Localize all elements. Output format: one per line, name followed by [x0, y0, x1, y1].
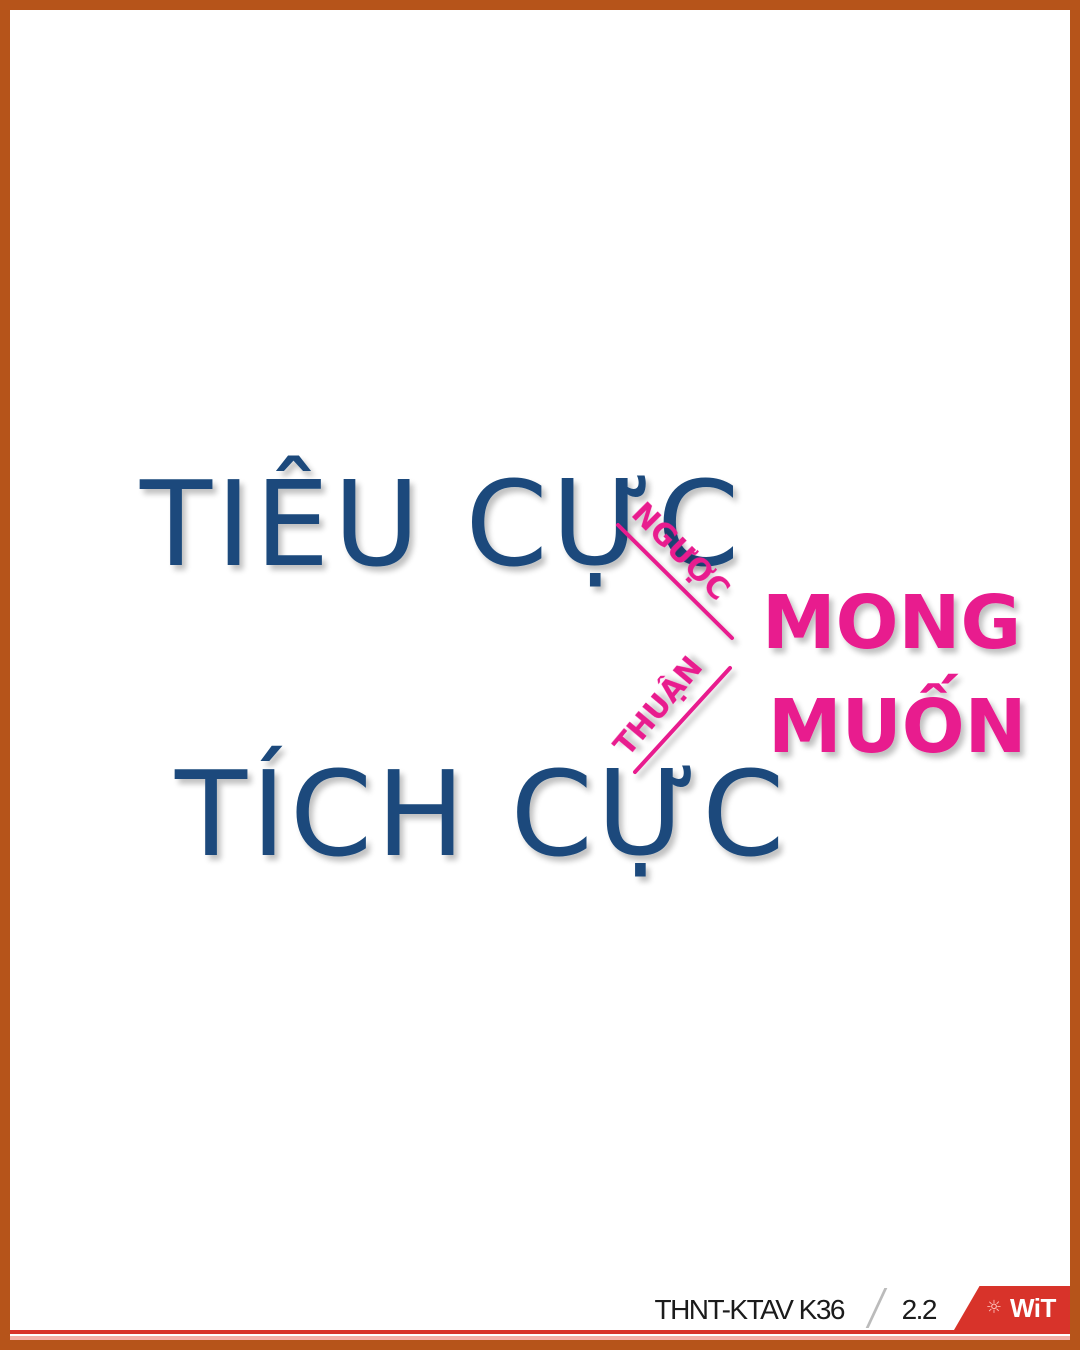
logo-text: WiT: [1010, 1293, 1056, 1323]
handwritten-diagram: TIÊU CỰC TÍCH CỰC NGƯỢC THUẬN MONG MUỐN: [139, 455, 1027, 883]
handwritten-muon: MUỐN: [768, 673, 1027, 770]
handwritten-mong: MONG: [762, 580, 1021, 666]
footer-rule: [10, 1330, 1070, 1334]
sun-icon: ☼: [985, 1297, 1003, 1318]
course-code: THNT-KTAV K36: [654, 1294, 845, 1325]
footer-rule-light: [10, 1336, 1070, 1340]
wit-logo: ☼ WiT: [954, 1286, 1070, 1330]
slide-canvas: TIÊU CỰC TÍCH CỰC NGƯỢC THUẬN MONG MUỐN …: [10, 10, 1070, 1340]
footer-divider: [865, 1288, 888, 1328]
slide-number: 2.2: [901, 1294, 938, 1325]
slide-footer: THNT-KTAV K36 2.2 ☼ WiT: [10, 1280, 1070, 1340]
handwritten-tich-cuc: TÍCH CỰC: [174, 745, 789, 883]
